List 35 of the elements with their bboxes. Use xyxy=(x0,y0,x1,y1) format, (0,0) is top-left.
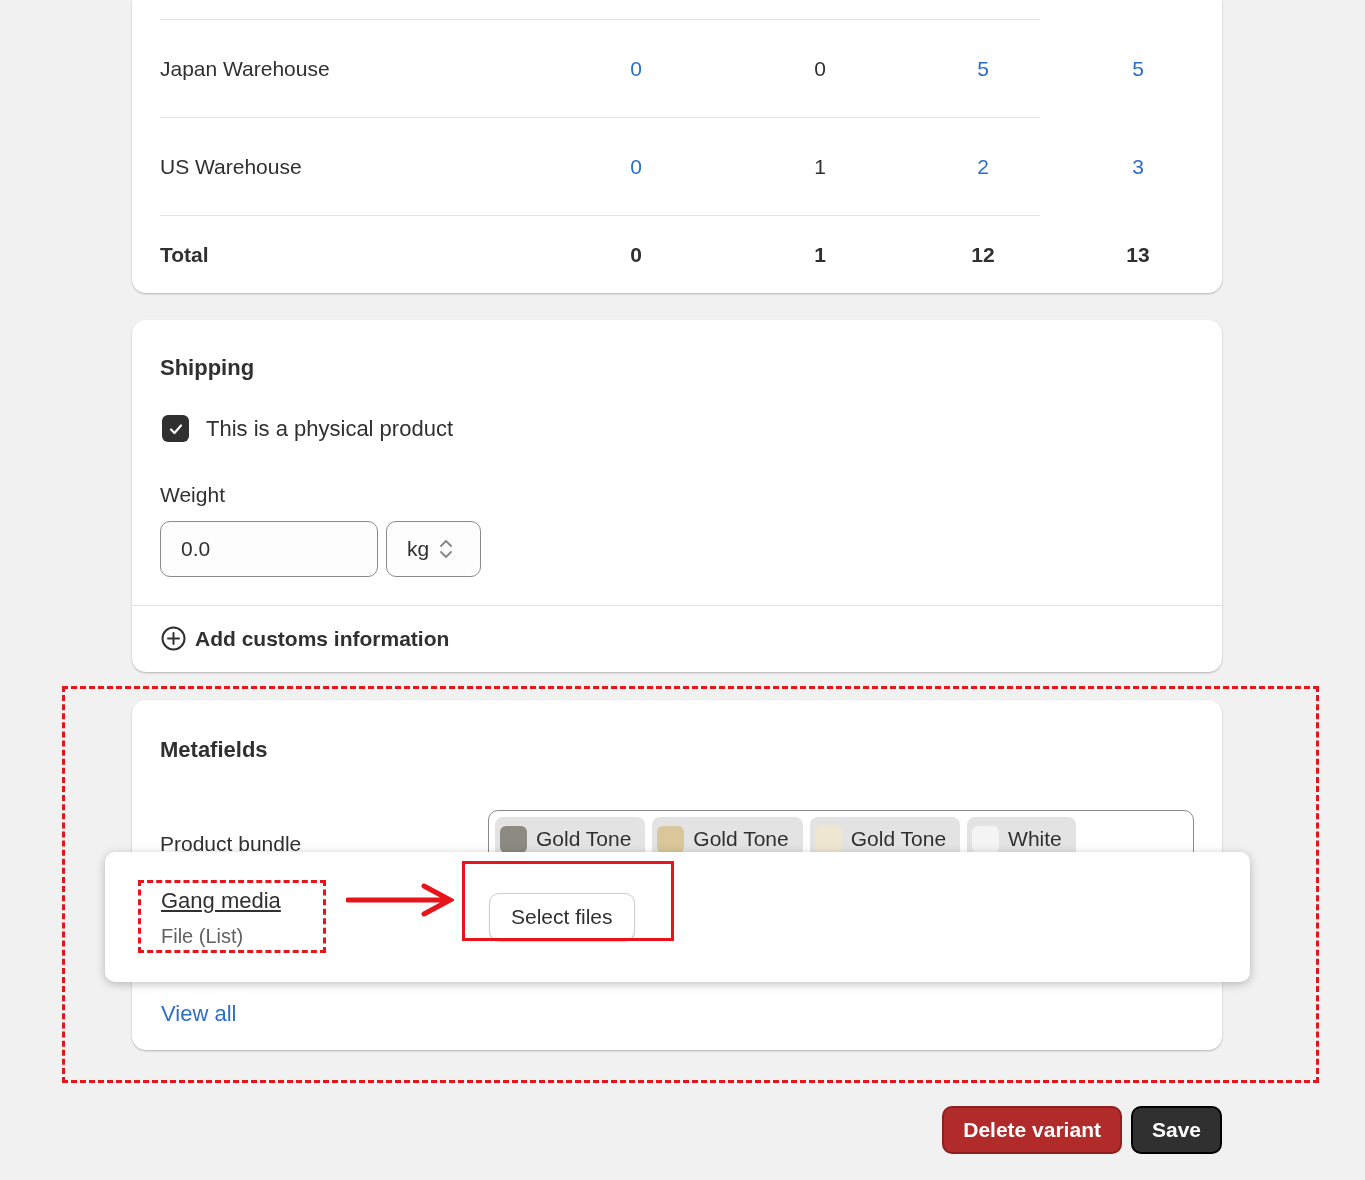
view-all-link[interactable]: View all xyxy=(161,997,237,1030)
card-title: Shipping xyxy=(160,354,256,382)
location-name: Total xyxy=(160,241,210,268)
add-customs-link[interactable]: Add customs information xyxy=(161,623,450,655)
plus-circle-icon xyxy=(161,626,186,652)
photo-placeholder xyxy=(657,825,685,853)
card-title: Metafields xyxy=(159,736,269,764)
delete-button[interactable]: Delete variant xyxy=(942,1106,1122,1154)
quantity-link[interactable]: 0 xyxy=(630,52,642,85)
photo-placeholder xyxy=(814,825,842,853)
weight-input[interactable]: 0.0 xyxy=(160,520,378,577)
quantity-value: 0 xyxy=(814,55,826,82)
quantity-value: 12 xyxy=(971,241,995,268)
location-name: Japan Warehouse xyxy=(160,55,331,82)
save-button[interactable]: Save xyxy=(1130,1106,1222,1154)
quantity-value: 0 xyxy=(630,241,642,268)
quantity-link[interactable]: 5 xyxy=(977,52,989,85)
metafield-type: File (List) xyxy=(161,923,245,949)
photo-placeholder xyxy=(500,825,527,853)
checkbox[interactable] xyxy=(162,415,189,442)
select-files-button[interactable]: Select files xyxy=(489,893,635,941)
field-label: Product bundle xyxy=(160,831,303,857)
quantity-link[interactable]: 5 xyxy=(1132,52,1144,85)
quantity-value: 1 xyxy=(814,241,826,268)
quantity-link[interactable]: 2 xyxy=(977,150,989,183)
location-name: US Warehouse xyxy=(160,153,303,180)
checkbox-label: This is a physical product xyxy=(206,415,453,443)
quantity-link[interactable]: 0 xyxy=(630,150,642,183)
field-label: Weight xyxy=(160,482,226,508)
unit-select[interactable]: kg xyxy=(386,520,481,577)
quantity-value: 13 xyxy=(1126,241,1150,268)
metafield-name-link[interactable]: Gang media xyxy=(161,883,489,917)
quantity-value: 1 xyxy=(814,153,826,180)
chevron-updown-icon xyxy=(439,537,454,560)
quantity-link[interactable]: 3 xyxy=(1132,150,1144,183)
